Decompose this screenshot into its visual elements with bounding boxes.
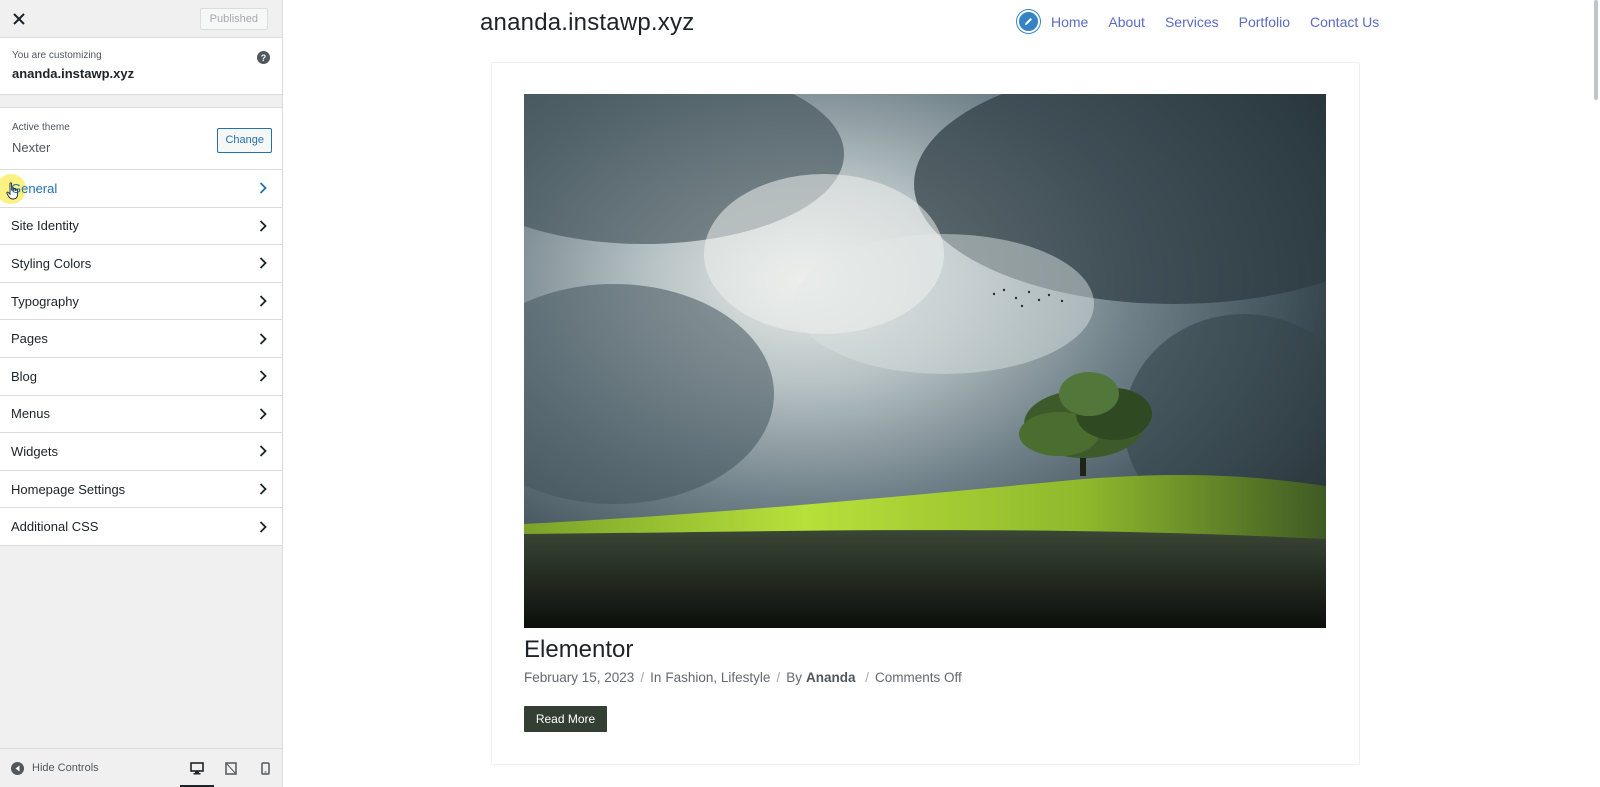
active-theme-section: Active theme Nexter Change — [0, 108, 282, 170]
close-icon — [13, 12, 25, 25]
chevron-right-icon — [256, 407, 270, 421]
panel-item-label: Site Identity — [11, 218, 79, 234]
desktop-icon — [190, 761, 204, 774]
chevron-right-icon — [256, 332, 270, 346]
chevron-right-icon — [256, 444, 270, 458]
collapse-arrow-icon — [11, 761, 24, 775]
chevron-right-icon — [256, 482, 270, 496]
customizing-info: You are customizing ananda.instawp.xyz ? — [0, 38, 282, 95]
hide-controls-button[interactable]: Hide Controls — [11, 761, 99, 775]
panel-item-label: Widgets — [11, 443, 58, 459]
customizing-site-name: ananda.instawp.xyz — [12, 66, 135, 81]
chevron-right-icon — [256, 181, 270, 195]
chevron-right-icon — [256, 294, 270, 308]
pencil-icon — [1025, 18, 1032, 25]
help-icon[interactable]: ? — [257, 51, 270, 64]
tablet-preview-button[interactable] — [214, 749, 248, 787]
post-by-label: By — [786, 670, 802, 685]
chevron-right-icon — [256, 256, 270, 270]
nav-link-about[interactable]: About — [1108, 14, 1145, 30]
device-preview-switcher — [180, 749, 282, 787]
nav-link-contact-us[interactable]: Contact Us — [1310, 14, 1379, 30]
panel-item-widgets[interactable]: Widgets — [0, 433, 282, 471]
post-title[interactable]: Elementor — [524, 636, 633, 664]
panel-item-label: Homepage Settings — [11, 481, 126, 497]
panel-item-label: Blog — [11, 368, 38, 384]
customizer-panel-list: General Site Identity Styling Colors Typ… — [0, 170, 282, 546]
site-title[interactable]: ananda.instawp.xyz — [480, 9, 694, 37]
sidebar-footer: Hide Controls — [0, 748, 282, 787]
panel-item-blog[interactable]: Blog — [0, 357, 282, 396]
panel-item-label: Styling Colors — [11, 255, 92, 271]
read-more-button[interactable]: Read More — [524, 706, 607, 732]
panel-item-label: Typography — [11, 293, 79, 309]
section-divider — [0, 95, 282, 108]
meta-separator: / — [776, 670, 781, 685]
hide-controls-label: Hide Controls — [32, 762, 99, 774]
panel-item-label: Pages — [11, 331, 48, 347]
meta-separator: / — [861, 670, 869, 685]
panel-item-site-identity[interactable]: Site Identity — [0, 207, 282, 246]
close-customizer-button[interactable] — [0, 0, 38, 38]
preview-scrollbar[interactable] — [1594, 0, 1598, 100]
customizing-label: You are customizing — [12, 50, 102, 61]
panel-item-label: General — [11, 180, 58, 196]
nav-link-portfolio[interactable]: Portfolio — [1239, 14, 1290, 30]
edit-shortcut-button[interactable] — [1017, 10, 1040, 33]
sidebar-header: Published — [0, 0, 282, 38]
mobile-preview-button[interactable] — [248, 749, 282, 787]
post-featured-image[interactable] — [524, 94, 1326, 628]
customizer-sidebar: Published You are customizing ananda.ins… — [0, 0, 283, 787]
panel-item-general[interactable]: General — [0, 170, 282, 208]
chevron-right-icon — [256, 219, 270, 233]
nav-link-home[interactable]: Home — [1051, 14, 1088, 30]
meta-separator: / — [640, 670, 645, 685]
panel-item-menus[interactable]: Menus — [0, 395, 282, 434]
panel-item-additional-css[interactable]: Additional CSS — [0, 508, 282, 546]
post-categories[interactable]: Fashion, Lifestyle — [665, 670, 770, 685]
change-theme-button[interactable]: Change — [217, 128, 272, 153]
site-preview: ananda.instawp.xyz Home About Services P… — [283, 0, 1600, 787]
nav-link-services[interactable]: Services — [1165, 14, 1219, 30]
post-in-label: In — [650, 670, 662, 685]
post-author[interactable]: Ananda — [806, 670, 856, 685]
desktop-preview-button[interactable] — [180, 749, 214, 787]
chevron-right-icon — [256, 369, 270, 383]
panel-item-homepage-settings[interactable]: Homepage Settings — [0, 470, 282, 509]
chevron-right-icon — [256, 520, 270, 534]
post-meta: February 15, 2023 / In Fashion, Lifestyl… — [524, 670, 962, 685]
post-comments: Comments Off — [874, 670, 962, 685]
post-date[interactable]: February 15, 2023 — [524, 670, 634, 685]
panel-item-label: Menus — [11, 406, 51, 422]
stormy-landscape-image — [524, 94, 1326, 628]
panel-item-typography[interactable]: Typography — [0, 282, 282, 321]
panel-item-label: Additional CSS — [11, 519, 99, 535]
panel-item-pages[interactable]: Pages — [0, 320, 282, 358]
panel-item-styling-colors[interactable]: Styling Colors — [0, 245, 282, 283]
tablet-icon — [225, 761, 237, 775]
published-button[interactable]: Published — [199, 7, 268, 30]
primary-navigation: Home About Services Portfolio Contact Us — [1017, 10, 1399, 33]
mobile-icon — [260, 761, 270, 775]
